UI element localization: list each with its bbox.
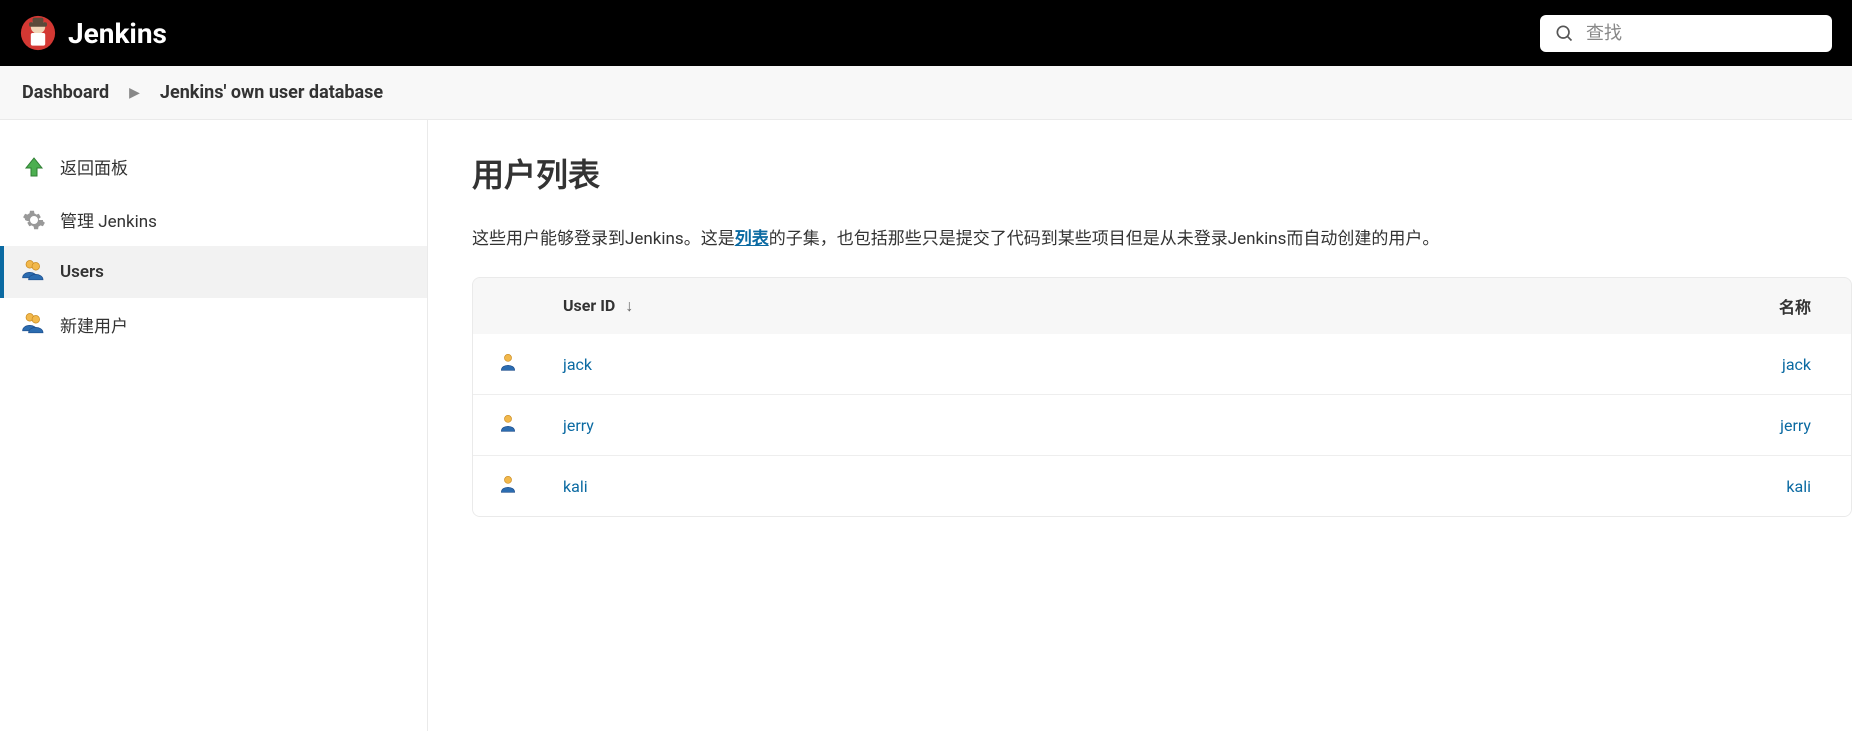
sidebar-item-new-user[interactable]: 新建用户	[0, 298, 427, 351]
col-header-userid[interactable]: User ID ↓	[543, 278, 1256, 334]
user-id-cell: kali	[543, 456, 1256, 517]
sidebar-item-manage[interactable]: 管理 Jenkins	[0, 193, 427, 246]
desc-text-before: 这些用户能够登录到Jenkins。这是	[472, 229, 735, 249]
breadcrumb-userdb[interactable]: Jenkins' own user database	[160, 82, 383, 103]
sidebar-item-label: Users	[60, 262, 104, 282]
person-icon	[498, 413, 518, 437]
users-icon	[22, 260, 46, 284]
page-description: 这些用户能够登录到Jenkins。这是列表的子集，也包括那些只是提交了代码到某些…	[472, 226, 1852, 253]
user-name-link[interactable]: jerry	[1780, 416, 1811, 435]
col-header-name-label: 名称	[1779, 298, 1811, 317]
breadcrumb: Dashboard ▶ Jenkins' own user database	[0, 66, 1852, 120]
desc-text-after: 的子集，也包括那些只是提交了代码到某些项目但是从未登录Jenkins而自动创建的…	[769, 229, 1440, 249]
user-name-cell: kali	[1256, 456, 1851, 517]
sidebar-item-label: 新建用户	[60, 312, 128, 337]
col-header-name[interactable]: 名称	[1256, 278, 1851, 334]
person-icon	[498, 474, 518, 498]
gear-icon	[22, 208, 46, 232]
sidebar-item-back[interactable]: 返回面板	[0, 140, 427, 193]
sidebar-item-label: 管理 Jenkins	[60, 207, 157, 232]
search-box[interactable]	[1540, 15, 1832, 52]
sort-down-icon: ↓	[625, 296, 633, 315]
jenkins-logo-icon	[20, 13, 56, 53]
users-table: User ID ↓ 名称 jack jack jerry jerry kali kali	[473, 278, 1851, 516]
user-avatar-cell	[473, 395, 543, 456]
user-avatar-cell	[473, 456, 543, 517]
app-title: Jenkins	[68, 17, 167, 50]
user-id-cell: jerry	[543, 395, 1256, 456]
user-id-link[interactable]: jerry	[563, 416, 594, 435]
users-icon	[22, 313, 46, 337]
user-avatar-cell	[473, 334, 543, 395]
users-table-container: User ID ↓ 名称 jack jack jerry jerry kali kali	[472, 277, 1852, 517]
chevron-right-icon: ▶	[129, 85, 140, 101]
table-row: jack jack	[473, 334, 1851, 395]
user-id-cell: jack	[543, 334, 1256, 395]
user-name-cell: jack	[1256, 334, 1851, 395]
main-content: 用户列表 这些用户能够登录到Jenkins。这是列表的子集，也包括那些只是提交了…	[428, 120, 1852, 731]
search-input[interactable]	[1586, 23, 1818, 44]
col-header-userid-label: User ID	[563, 296, 615, 315]
sidebar-item-label: 返回面板	[60, 154, 128, 179]
arrow-up-icon	[22, 155, 46, 179]
col-header-icon	[473, 278, 543, 334]
search-icon	[1554, 23, 1574, 43]
table-row: kali kali	[473, 456, 1851, 517]
user-id-link[interactable]: kali	[563, 477, 588, 496]
table-row: jerry jerry	[473, 395, 1851, 456]
sidebar: 返回面板 管理 Jenkins Users	[0, 120, 428, 731]
breadcrumb-dashboard[interactable]: Dashboard	[22, 82, 109, 103]
header-brand[interactable]: Jenkins	[20, 13, 167, 53]
user-name-cell: jerry	[1256, 395, 1851, 456]
header: Jenkins	[0, 0, 1852, 66]
sidebar-item-users[interactable]: Users	[0, 246, 427, 298]
desc-list-link[interactable]: 列表	[735, 229, 769, 249]
person-icon	[498, 352, 518, 376]
user-id-link[interactable]: jack	[563, 355, 592, 374]
page-title: 用户列表	[472, 150, 1852, 196]
user-name-link[interactable]: jack	[1782, 355, 1811, 374]
user-name-link[interactable]: kali	[1786, 477, 1811, 496]
